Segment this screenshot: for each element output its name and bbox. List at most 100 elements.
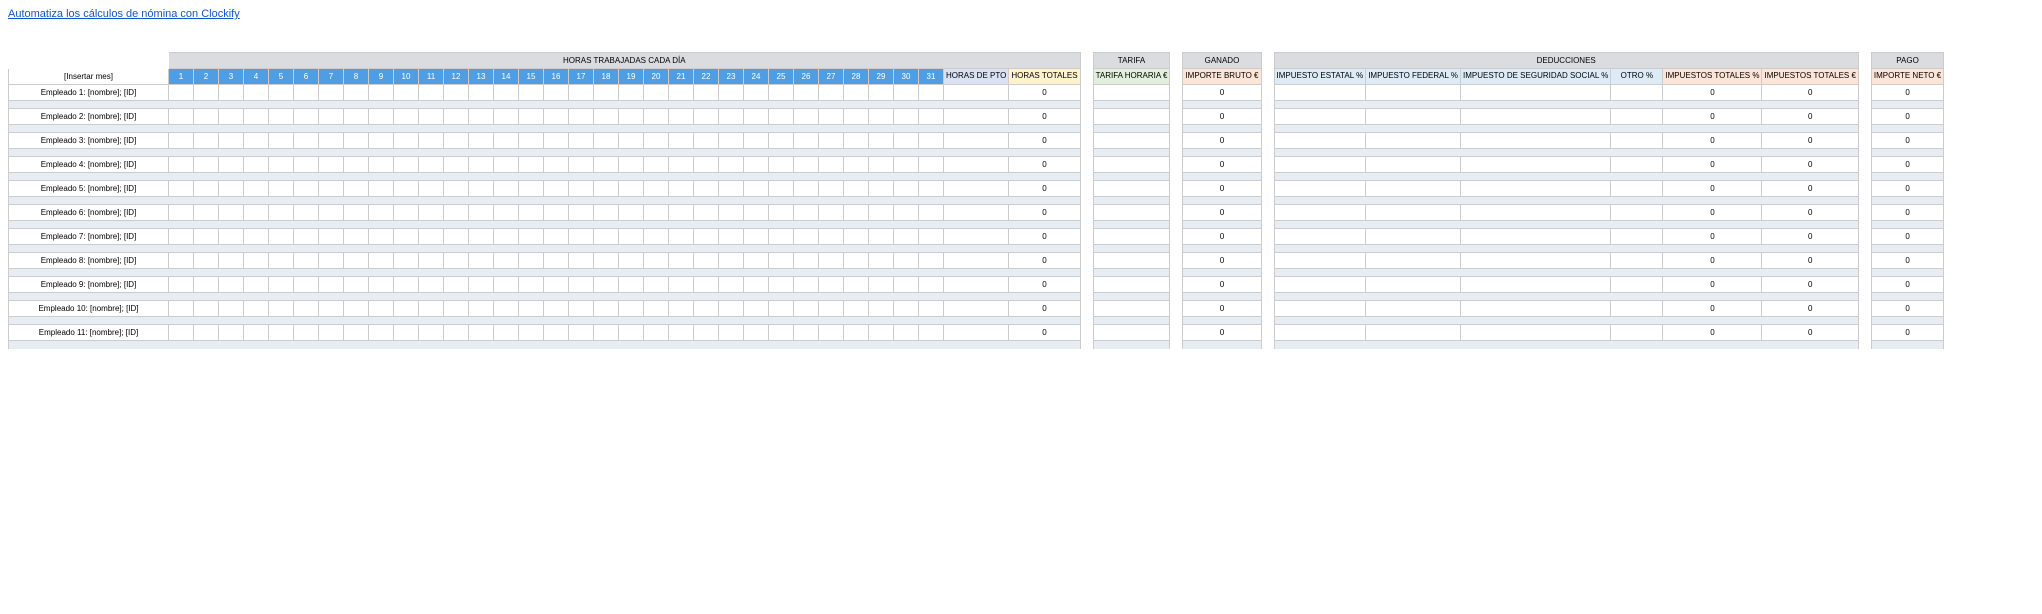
cell[interactable] bbox=[169, 157, 194, 173]
cell[interactable] bbox=[894, 325, 919, 341]
cell[interactable] bbox=[394, 157, 419, 173]
cell[interactable] bbox=[369, 109, 394, 125]
cell[interactable] bbox=[1274, 157, 1366, 173]
cell[interactable] bbox=[869, 133, 894, 149]
cell[interactable]: 0 bbox=[1009, 85, 1080, 101]
cell[interactable] bbox=[169, 229, 194, 245]
cell[interactable] bbox=[619, 85, 644, 101]
cell[interactable]: 0 bbox=[1871, 133, 1943, 149]
cell[interactable] bbox=[394, 253, 419, 269]
cell[interactable] bbox=[294, 229, 319, 245]
cell[interactable] bbox=[469, 109, 494, 125]
cell[interactable] bbox=[719, 157, 744, 173]
cell[interactable] bbox=[944, 253, 1009, 269]
cell[interactable] bbox=[644, 133, 669, 149]
cell[interactable] bbox=[744, 157, 769, 173]
cell[interactable] bbox=[1366, 157, 1461, 173]
cell[interactable] bbox=[544, 253, 569, 269]
cell[interactable] bbox=[419, 253, 444, 269]
cell[interactable]: 0 bbox=[1183, 157, 1261, 173]
cell[interactable] bbox=[294, 181, 319, 197]
cell[interactable] bbox=[444, 229, 469, 245]
cell[interactable] bbox=[944, 157, 1009, 173]
cell[interactable] bbox=[744, 325, 769, 341]
cell[interactable]: 0 bbox=[1663, 133, 1762, 149]
cell[interactable] bbox=[1611, 301, 1663, 317]
cell[interactable] bbox=[194, 301, 219, 317]
cell[interactable] bbox=[519, 253, 544, 269]
cell[interactable] bbox=[869, 109, 894, 125]
cell[interactable] bbox=[1274, 325, 1366, 341]
cell[interactable] bbox=[1611, 205, 1663, 221]
cell[interactable] bbox=[1460, 325, 1610, 341]
cell[interactable] bbox=[744, 205, 769, 221]
cell[interactable] bbox=[694, 205, 719, 221]
cell[interactable] bbox=[1366, 205, 1461, 221]
cell[interactable] bbox=[494, 301, 519, 317]
cell[interactable]: 0 bbox=[1663, 301, 1762, 317]
employee-name[interactable]: Empleado 2: [nombre]; [ID] bbox=[9, 109, 169, 125]
employee-name[interactable]: Empleado 3: [nombre]; [ID] bbox=[9, 133, 169, 149]
cell[interactable] bbox=[819, 205, 844, 221]
cell[interactable] bbox=[694, 301, 719, 317]
cell[interactable] bbox=[919, 301, 944, 317]
cell[interactable] bbox=[519, 109, 544, 125]
cell[interactable] bbox=[669, 157, 694, 173]
cell[interactable] bbox=[819, 109, 844, 125]
cell[interactable] bbox=[944, 133, 1009, 149]
cell[interactable] bbox=[169, 181, 194, 197]
cell[interactable] bbox=[644, 85, 669, 101]
cell[interactable] bbox=[669, 109, 694, 125]
cell[interactable] bbox=[369, 181, 394, 197]
cell[interactable] bbox=[244, 253, 269, 269]
cell[interactable] bbox=[844, 253, 869, 269]
cell[interactable] bbox=[1460, 133, 1610, 149]
cell[interactable] bbox=[394, 109, 419, 125]
cell[interactable] bbox=[869, 205, 894, 221]
cell[interactable]: 0 bbox=[1663, 109, 1762, 125]
cell[interactable] bbox=[819, 229, 844, 245]
cell[interactable] bbox=[1611, 325, 1663, 341]
cell[interactable] bbox=[644, 109, 669, 125]
cell[interactable] bbox=[244, 109, 269, 125]
cell[interactable]: 0 bbox=[1663, 85, 1762, 101]
cell[interactable] bbox=[744, 85, 769, 101]
cell[interactable] bbox=[469, 85, 494, 101]
cell[interactable]: 0 bbox=[1009, 109, 1080, 125]
cell[interactable]: 0 bbox=[1762, 157, 1858, 173]
cell[interactable] bbox=[194, 229, 219, 245]
cell[interactable] bbox=[594, 277, 619, 293]
cell[interactable] bbox=[1460, 109, 1610, 125]
cell[interactable] bbox=[319, 277, 344, 293]
cell[interactable] bbox=[519, 85, 544, 101]
cell[interactable] bbox=[1093, 133, 1170, 149]
cell[interactable] bbox=[269, 181, 294, 197]
cell[interactable]: 0 bbox=[1183, 205, 1261, 221]
cell[interactable] bbox=[344, 157, 369, 173]
cell[interactable] bbox=[394, 85, 419, 101]
cell[interactable] bbox=[819, 253, 844, 269]
cell[interactable] bbox=[494, 253, 519, 269]
cell[interactable]: 0 bbox=[1762, 181, 1858, 197]
cell[interactable] bbox=[519, 157, 544, 173]
cell[interactable] bbox=[344, 325, 369, 341]
cell[interactable] bbox=[694, 85, 719, 101]
cell[interactable] bbox=[1366, 133, 1461, 149]
cell[interactable]: 0 bbox=[1183, 253, 1261, 269]
cell[interactable]: 0 bbox=[1762, 229, 1858, 245]
cell[interactable] bbox=[294, 277, 319, 293]
cell[interactable] bbox=[569, 325, 594, 341]
cell[interactable]: 0 bbox=[1183, 133, 1261, 149]
cell[interactable] bbox=[169, 85, 194, 101]
cell[interactable] bbox=[344, 181, 369, 197]
cell[interactable] bbox=[1093, 85, 1170, 101]
cell[interactable]: 0 bbox=[1009, 205, 1080, 221]
cell[interactable] bbox=[569, 277, 594, 293]
cell[interactable] bbox=[1093, 253, 1170, 269]
cell[interactable]: 0 bbox=[1009, 301, 1080, 317]
cell[interactable] bbox=[394, 229, 419, 245]
cell[interactable] bbox=[544, 181, 569, 197]
cell[interactable] bbox=[669, 133, 694, 149]
cell[interactable]: 0 bbox=[1663, 181, 1762, 197]
cell[interactable] bbox=[1093, 301, 1170, 317]
